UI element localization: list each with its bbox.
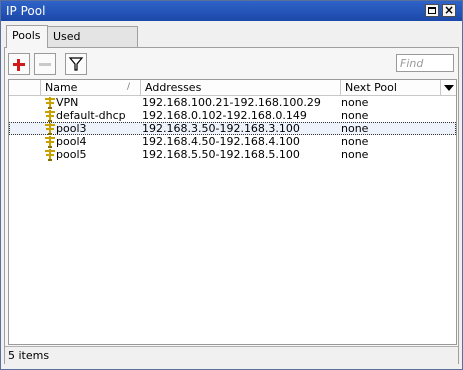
window-title: IP Pool <box>6 4 46 18</box>
row-addresses: 192.168.0.102-192.168.0.149 <box>142 109 307 122</box>
add-button[interactable] <box>8 53 30 75</box>
row-addresses: 192.168.3.50-192.168.3.100 <box>142 122 300 135</box>
pool-icon <box>45 136 55 148</box>
tab-used-addresses[interactable]: Used Addresses <box>47 26 138 63</box>
row-name: pool5 <box>56 148 87 161</box>
table-header: Name / Addresses Next Pool <box>9 80 456 96</box>
filter-button[interactable] <box>65 53 87 75</box>
row-next-pool: none <box>341 148 369 161</box>
sort-indicator: / <box>127 82 131 92</box>
close-button[interactable]: × <box>442 3 456 17</box>
close-icon: × <box>443 3 455 17</box>
pool-icon <box>45 97 55 109</box>
row-addresses: 192.168.100.21-192.168.100.29 <box>142 96 321 109</box>
find-input[interactable] <box>396 54 454 72</box>
filter-icon <box>68 57 84 71</box>
table-row[interactable]: pool4 192.168.4.50-192.168.4.100 none <box>9 135 456 148</box>
row-addresses: 192.168.4.50-192.168.4.100 <box>142 135 300 148</box>
tab-pools[interactable]: Pools <box>6 25 48 48</box>
column-chooser-button[interactable] <box>441 80 456 95</box>
row-addresses: 192.168.5.50-192.168.5.100 <box>142 148 300 161</box>
maximize-icon <box>428 7 436 14</box>
item-count: 5 items <box>8 349 50 362</box>
row-next-pool: none <box>341 122 369 135</box>
table-row[interactable]: pool3 192.168.3.50-192.168.3.100 none <box>9 122 456 135</box>
column-header-next-pool[interactable]: Next Pool <box>341 80 441 95</box>
toolbar <box>5 48 458 80</box>
remove-button[interactable] <box>34 53 56 75</box>
row-name: pool4 <box>56 135 87 148</box>
ip-pool-window: IP Pool × Pools Used Addresses <box>0 0 463 370</box>
row-name: pool3 <box>56 122 87 135</box>
row-next-pool: none <box>341 96 369 109</box>
row-next-pool: none <box>341 135 369 148</box>
title-bar[interactable]: IP Pool × <box>1 1 462 21</box>
table-row[interactable]: pool5 192.168.5.50-192.168.5.100 none <box>9 148 456 161</box>
pool-icon <box>45 149 55 161</box>
dropdown-arrow-icon <box>444 85 454 91</box>
minus-icon <box>39 63 51 66</box>
row-name: default-dhcp <box>56 109 126 122</box>
pool-icon <box>45 110 55 122</box>
pools-panel: Name / Addresses Next Pool V <box>4 47 459 364</box>
table-row[interactable]: default-dhcp 192.168.0.102-192.168.0.149… <box>9 109 456 122</box>
column-header-spacer <box>9 80 41 95</box>
pool-icon <box>45 123 55 135</box>
row-next-pool: none <box>341 109 369 122</box>
status-bar: 5 items <box>5 346 458 364</box>
pools-table: Name / Addresses Next Pool VPN 192.168.1… <box>8 79 457 345</box>
table-row[interactable]: VPN 192.168.100.21-192.168.100.29 none <box>9 96 456 109</box>
maximize-button[interactable] <box>425 4 439 17</box>
row-name: VPN <box>56 96 79 109</box>
column-header-name[interactable]: Name / <box>41 80 141 95</box>
column-header-addresses[interactable]: Addresses <box>141 80 341 95</box>
